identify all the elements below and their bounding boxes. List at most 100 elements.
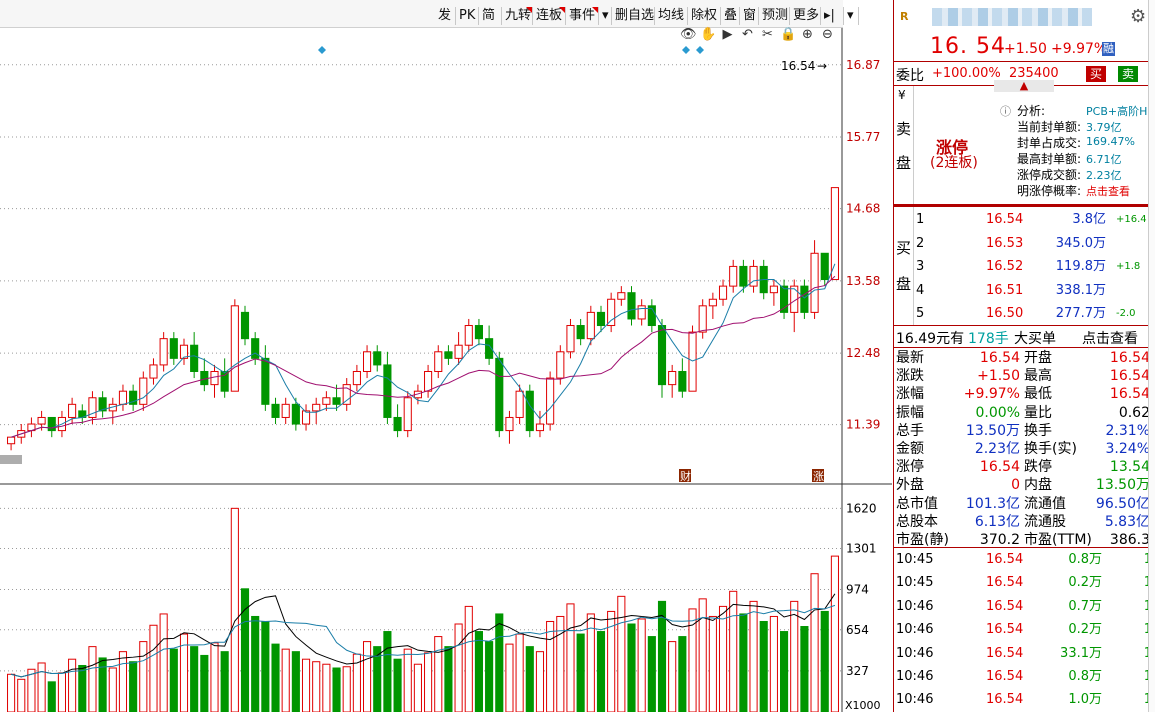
candle-body xyxy=(729,265,738,287)
settings-gear-icon[interactable]: ⚙ xyxy=(1130,6,1146,27)
buy-level-row[interactable]: 1 16.54 3.8亿 +16.4 xyxy=(916,211,1155,229)
candle xyxy=(129,384,138,411)
volume-bar xyxy=(98,657,107,712)
price-tick-label: 14.68 xyxy=(846,202,880,216)
candle xyxy=(617,286,626,306)
candle-body xyxy=(139,377,148,405)
candle-body xyxy=(190,344,199,372)
quote-row: 金额 2.23亿 换手(实) 3.24% xyxy=(896,440,1154,458)
candle xyxy=(820,252,829,287)
quote-key: 涨停 xyxy=(896,459,924,476)
candle-body xyxy=(301,410,311,425)
level-index: 4 xyxy=(916,282,925,298)
tick-row: 10:4616.541.0万1 xyxy=(896,691,1154,709)
candle xyxy=(780,279,789,319)
sell-button[interactable]: 卖 xyxy=(1118,66,1139,82)
quote-key: 最高 xyxy=(1024,368,1052,385)
quote-value: 3.24% xyxy=(1105,441,1150,457)
quote-row: 外盘 0 内盘 13.50万 xyxy=(896,476,1154,494)
hand-icon[interactable]: ✋ xyxy=(700,27,716,42)
quote-key: 开盘 xyxy=(1024,350,1052,366)
candle-body xyxy=(525,390,534,432)
buy-button[interactable]: 买 xyxy=(1086,66,1107,82)
candle-body xyxy=(535,423,545,432)
candle xyxy=(393,404,402,438)
volume-bar xyxy=(759,620,768,712)
candle-body xyxy=(576,325,585,340)
volume-bar xyxy=(7,673,16,712)
limit-info-key: 最高封单额: xyxy=(1017,152,1082,166)
candle-body xyxy=(830,187,839,281)
candle xyxy=(200,358,209,392)
volume-bar xyxy=(769,615,778,712)
level-volume: 277.7万 xyxy=(1055,306,1106,321)
sell-side-panel: ¥ 卖 盘 涨停 (2连板) 分析:PCB+高阶HDI+...当前封单额:3.7… xyxy=(894,86,1155,204)
buy-level-row[interactable]: 3 16.52 119.8万 +1.8 xyxy=(916,258,1155,276)
candle-body xyxy=(678,370,687,392)
limit-info-key: 明涨停概率: xyxy=(1017,184,1082,198)
candle xyxy=(668,364,677,398)
eye-icon[interactable]: 👁 xyxy=(680,27,697,42)
play-icon[interactable]: ▶ xyxy=(720,27,735,42)
candle xyxy=(810,240,819,319)
candle xyxy=(261,345,270,411)
limit-info-key: 封单占成交: xyxy=(1017,136,1082,150)
quote-key: 流通股 xyxy=(1024,513,1066,530)
zoom-in-icon[interactable]: ⊕ xyxy=(800,27,815,42)
candle xyxy=(769,279,778,306)
scissors-icon[interactable]: ✂ xyxy=(760,27,775,42)
candle xyxy=(637,299,646,326)
volume-bar xyxy=(729,590,738,712)
volume-bar xyxy=(444,646,453,712)
volume-tick-label: 654 xyxy=(846,623,869,637)
candle-body xyxy=(474,325,483,340)
big-order-divider-top xyxy=(894,325,1155,326)
info-circle-icon[interactable]: ⓘ xyxy=(1000,103,1011,119)
tick-row: 10:4616.540.7万1 xyxy=(896,598,1154,616)
quote-key: 流通值 xyxy=(1024,495,1066,512)
candle xyxy=(240,305,250,346)
candle-body xyxy=(68,403,77,418)
quote-row: 涨幅 +9.97% 最低 16.54 xyxy=(896,385,1154,403)
quote-key: 金额 xyxy=(896,441,924,457)
tick-row: 10:4516.540.8万1 xyxy=(896,551,1154,569)
big-order-row[interactable]: 16.49元有 178手 大买单 点击查看 xyxy=(894,327,1155,347)
candle-body xyxy=(444,351,453,359)
candle-body xyxy=(393,416,402,432)
masked-stock-name xyxy=(932,8,1092,26)
candle xyxy=(139,371,148,411)
buy-level-row[interactable]: 5 16.50 277.7万 -2.0 xyxy=(916,305,1155,323)
zoom-out-icon[interactable]: ⊖ xyxy=(820,27,835,42)
candle-body xyxy=(312,403,321,412)
event-diamond-icon[interactable] xyxy=(682,46,690,54)
buy-level-row[interactable]: 2 16.53 345.0万 xyxy=(916,235,1155,253)
sell-side-label: ¥ 卖 盘 xyxy=(894,86,914,204)
limit-info-value[interactable]: 点击查看 xyxy=(1086,183,1130,199)
candle xyxy=(159,332,168,372)
event-diamond-icon[interactable] xyxy=(696,46,704,54)
lock-icon[interactable]: 🔒 xyxy=(780,27,796,42)
undo-icon[interactable]: ↶ xyxy=(740,27,755,42)
tick-row: 10:4616.540.8万1 xyxy=(896,668,1154,686)
volume-bar xyxy=(546,620,555,712)
quote-value: 13.50万 xyxy=(1095,477,1150,494)
candle xyxy=(566,318,575,359)
price-change-pct: +9.97% xyxy=(1051,41,1108,57)
big-order-link[interactable]: 点击查看 xyxy=(1082,328,1138,348)
candle xyxy=(708,292,717,319)
candle-body xyxy=(464,325,473,346)
candle-body xyxy=(322,397,331,405)
price-tick-label: 16.87 xyxy=(846,58,880,72)
candle xyxy=(678,358,687,398)
volume-bar xyxy=(800,626,809,712)
tick-row: 10:4616.5433.1万1 xyxy=(896,645,1154,663)
quote-value: +9.97% xyxy=(963,386,1020,403)
quote-row: 涨停 16.54 跌停 13.54 xyxy=(896,458,1154,476)
buy-level-row[interactable]: 4 16.51 338.1万 xyxy=(916,282,1155,300)
big-order-text: 大买单 xyxy=(1014,331,1056,347)
candle-body xyxy=(820,252,829,281)
event-diamond-icon[interactable] xyxy=(318,46,326,54)
tick-volume: 33.1万 xyxy=(1060,645,1102,661)
volume-bar xyxy=(57,672,66,712)
candle-body xyxy=(200,370,209,386)
